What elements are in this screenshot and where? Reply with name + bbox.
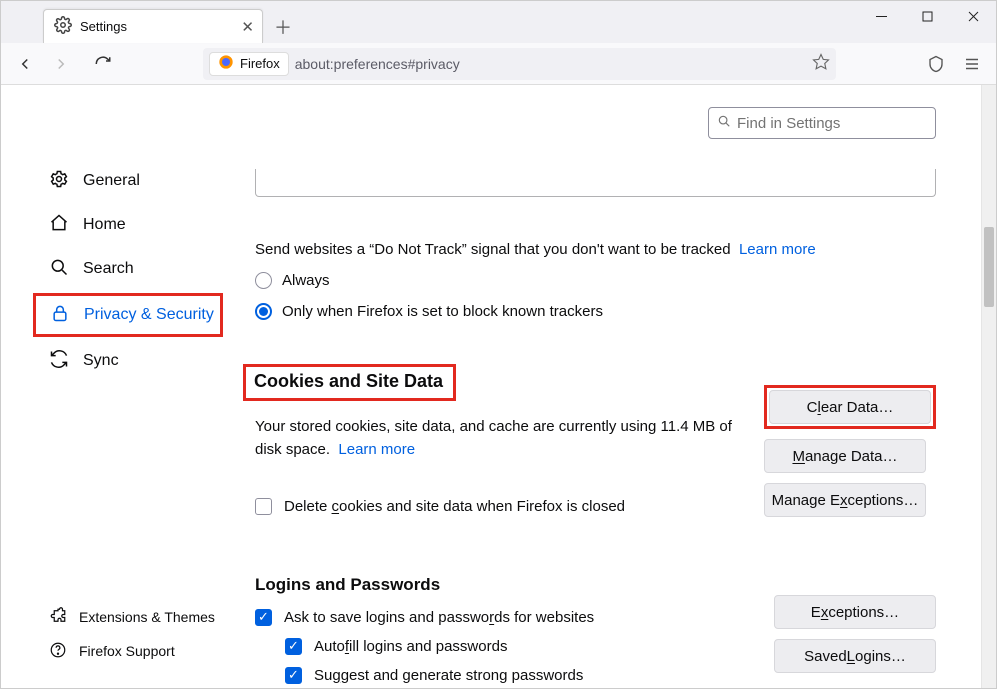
sidebar-label: Home bbox=[83, 216, 126, 234]
sidebar-label: General bbox=[83, 172, 140, 190]
sidebar-item-search[interactable]: Search bbox=[1, 247, 231, 291]
sidebar-label: Firefox Support bbox=[79, 643, 175, 659]
dnt-description: Send websites a “Do Not Track” signal th… bbox=[255, 241, 936, 258]
radio-label: Always bbox=[282, 272, 330, 289]
highlight-privacy: Privacy & Security bbox=[33, 293, 223, 337]
close-window-button[interactable] bbox=[950, 1, 996, 31]
sidebar-item-home[interactable]: Home bbox=[1, 203, 231, 247]
sidebar-extensions[interactable]: Extensions & Themes bbox=[1, 600, 231, 634]
checkbox-label: Suggest and generate strong passwords bbox=[314, 667, 583, 684]
sidebar-item-privacy[interactable]: Privacy & Security bbox=[36, 296, 220, 334]
tab-settings[interactable]: Settings ✕ bbox=[43, 9, 263, 43]
radio-icon bbox=[255, 272, 272, 289]
search-icon bbox=[717, 114, 731, 132]
highlight-clear-data: Clear Data… bbox=[764, 385, 936, 429]
gear-icon bbox=[54, 16, 72, 37]
cookies-heading: Cookies and Site Data bbox=[254, 371, 443, 391]
sidebar-support[interactable]: Firefox Support bbox=[1, 634, 231, 668]
logins-heading: Logins and Passwords bbox=[255, 575, 936, 595]
sidebar-label: Sync bbox=[83, 352, 119, 370]
logins-button-column: Exceptions… Saved Logins… bbox=[774, 595, 936, 673]
settings-content: Find in Settings Send websites a “Do Not… bbox=[231, 85, 996, 688]
app-menu-button[interactable] bbox=[956, 48, 988, 80]
sidebar-label: Extensions & Themes bbox=[79, 609, 215, 625]
close-tab-icon[interactable]: ✕ bbox=[241, 18, 254, 36]
manage-data-button[interactable]: Manage Data… bbox=[764, 439, 926, 473]
reload-button[interactable] bbox=[87, 48, 119, 80]
checkbox-icon: ✓ bbox=[255, 609, 272, 626]
checkbox-icon bbox=[255, 498, 272, 515]
identity-box[interactable]: Firefox bbox=[209, 52, 289, 76]
window-titlebar: Settings ✕ ＋ bbox=[1, 1, 996, 43]
url-bar[interactable]: Firefox about:preferences#privacy bbox=[203, 48, 836, 80]
sidebar-item-sync[interactable]: Sync bbox=[1, 339, 231, 383]
search-placeholder: Find in Settings bbox=[737, 115, 840, 132]
scrollbar-thumb[interactable] bbox=[984, 227, 994, 307]
settings-sidebar: General Home Search Privacy & Security bbox=[1, 85, 231, 688]
gear-icon bbox=[49, 169, 69, 194]
forward-button[interactable] bbox=[45, 48, 77, 80]
settings-page: General Home Search Privacy & Security bbox=[1, 85, 996, 688]
partial-box bbox=[255, 169, 936, 197]
sidebar-item-general[interactable]: General bbox=[1, 159, 231, 203]
find-in-settings-input[interactable]: Find in Settings bbox=[708, 107, 936, 139]
dnt-learn-more-link[interactable]: Learn more bbox=[739, 241, 816, 258]
search-icon bbox=[49, 257, 69, 282]
checkbox-icon: ✓ bbox=[285, 667, 302, 684]
navigation-toolbar: Firefox about:preferences#privacy bbox=[1, 43, 996, 85]
back-button[interactable] bbox=[9, 48, 41, 80]
dnt-option-always[interactable]: Always bbox=[255, 272, 936, 289]
maximize-button[interactable] bbox=[904, 1, 950, 31]
cookies-button-column: Clear Data… Manage Data… Manage Exceptio… bbox=[764, 385, 936, 517]
window-controls bbox=[858, 1, 996, 31]
clear-data-button[interactable]: Clear Data… bbox=[769, 390, 931, 424]
url-text: about:preferences#privacy bbox=[295, 56, 460, 72]
bookmark-star-icon[interactable] bbox=[812, 53, 830, 74]
identity-label: Firefox bbox=[240, 56, 280, 71]
lock-icon bbox=[50, 303, 70, 328]
puzzle-icon bbox=[49, 607, 67, 628]
cookies-description: Your stored cookies, site data, and cach… bbox=[255, 415, 735, 462]
checkbox-icon: ✓ bbox=[285, 638, 302, 655]
sidebar-label: Privacy & Security bbox=[84, 306, 214, 324]
minimize-button[interactable] bbox=[858, 1, 904, 31]
radio-icon bbox=[255, 303, 272, 320]
tab-title: Settings bbox=[80, 19, 127, 34]
logins-exceptions-button[interactable]: Exceptions… bbox=[774, 595, 936, 629]
new-tab-button[interactable]: ＋ bbox=[267, 11, 299, 43]
cookies-learn-more-link[interactable]: Learn more bbox=[338, 441, 415, 458]
checkbox-label: Delete cookies and site data when Firefo… bbox=[284, 498, 625, 515]
pocket-button[interactable] bbox=[920, 48, 952, 80]
saved-logins-button[interactable]: Saved Logins… bbox=[774, 639, 936, 673]
checkbox-label: Autofill logins and passwords bbox=[314, 638, 507, 655]
highlight-cookies-heading: Cookies and Site Data bbox=[243, 364, 456, 401]
home-icon bbox=[49, 213, 69, 238]
firefox-logo-icon bbox=[218, 54, 234, 73]
manage-exceptions-button[interactable]: Manage Exceptions… bbox=[764, 483, 926, 517]
scrollbar[interactable] bbox=[981, 85, 996, 688]
sidebar-label: Search bbox=[83, 260, 134, 278]
checkbox-label: Ask to save logins and passwords for web… bbox=[284, 609, 594, 626]
help-icon bbox=[49, 641, 67, 662]
dnt-option-block-trackers[interactable]: Only when Firefox is set to block known … bbox=[255, 303, 936, 320]
radio-label: Only when Firefox is set to block known … bbox=[282, 303, 603, 320]
sync-icon bbox=[49, 349, 69, 374]
